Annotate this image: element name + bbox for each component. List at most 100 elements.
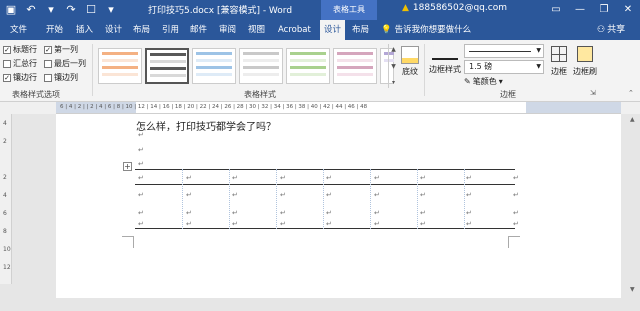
option-banded-rows[interactable]: ✓ 镶边行 — [3, 72, 37, 83]
gallery-scroll[interactable]: ▲ ▼ ▾ — [388, 44, 398, 88]
ribbon-display-icon[interactable]: ▭ — [544, 0, 568, 20]
tab-design[interactable]: 设计 — [101, 20, 126, 40]
chevron-down-icon: ▼ — [536, 47, 541, 54]
option-label: 标题行 — [13, 45, 37, 54]
pen-weight-dropdown[interactable]: 1.5 磅 ▼ — [464, 60, 544, 74]
option-header-row[interactable]: ✓ 标题行 — [3, 44, 37, 55]
share-label: 共享 — [607, 25, 626, 35]
touch-mode-icon[interactable]: ☐ — [84, 2, 98, 18]
cell-mark: ↵ — [374, 220, 380, 228]
customize-qat-icon[interactable]: ▾ — [104, 2, 118, 18]
window-controls: ▭ — ❐ ✕ — [544, 0, 640, 20]
option-banded-columns[interactable]: 镶边列 — [44, 72, 78, 83]
checkbox-first-column[interactable]: ✓ — [44, 45, 52, 54]
table-style-swatch[interactable] — [239, 48, 283, 84]
body-paragraph[interactable]: 怎么样，打印技巧都学会了吗？ — [136, 118, 276, 133]
cell-mark: ↵ — [420, 174, 426, 182]
account[interactable]: ▲ 188586502@qq.com — [402, 3, 507, 13]
table-gridline — [464, 169, 465, 229]
table-style-swatch[interactable] — [192, 48, 236, 84]
scroll-down-icon[interactable]: ▼ — [630, 286, 635, 293]
vertical-ruler[interactable]: 4 2 2 4 6 8 10 12 — [0, 114, 12, 284]
table-gridline — [323, 169, 324, 229]
horizontal-scrollbar[interactable] — [0, 298, 640, 311]
redo-icon[interactable]: ↷ — [64, 2, 78, 18]
tab-insert[interactable]: 插入 — [72, 20, 97, 40]
table-style-swatch[interactable] — [333, 48, 377, 84]
option-last-column[interactable]: 最后一列 — [44, 58, 86, 69]
cell-mark: ↵ — [186, 220, 192, 228]
tab-layout[interactable]: 布局 — [129, 20, 154, 40]
tab-file[interactable]: 文件 — [6, 20, 31, 40]
account-email: 188586502@qq.com — [412, 3, 507, 13]
scroll-up-icon[interactable]: ▲ — [630, 116, 635, 123]
document-table[interactable] — [135, 169, 515, 229]
checkbox-total-row[interactable] — [3, 59, 11, 68]
cell-mark: ↵ — [466, 209, 472, 217]
border-painter-button[interactable]: 边框刷 — [571, 46, 599, 77]
save-icon[interactable]: ▣ — [4, 2, 18, 18]
more-icon[interactable]: ▾ — [392, 79, 395, 86]
close-button[interactable]: ✕ — [616, 0, 640, 20]
tab-review[interactable]: 审阅 — [215, 20, 240, 40]
document-page[interactable]: 怎么样，打印技巧都学会了吗？ ↵ ↵ ↵ + ↵ ↵ ↵ ↵ ↵ ↵ ↵ ↵ ↵ ↵ ↵ ↵ ↵ ↵ ↵ ↵ ↵… — [56, 114, 621, 298]
pen-style-dropdown[interactable]: ▼ — [464, 44, 544, 58]
border-styles-label: 边框样式 — [429, 65, 461, 74]
border-style-icon — [432, 46, 458, 60]
cell-mark: ↵ — [326, 174, 332, 182]
shading-button[interactable]: 底纹 — [398, 46, 422, 77]
pen-weight-value: 1.5 磅 — [469, 62, 493, 71]
tab-references[interactable]: 引用 — [158, 20, 183, 40]
tell-me-box[interactable]: 💡 告诉我你想要做什么 — [381, 20, 471, 40]
tab-table-design[interactable]: 设计 — [320, 20, 346, 40]
tell-me-text: 告诉我你想要做什么 — [394, 25, 472, 35]
table-move-handle[interactable]: + — [123, 162, 132, 171]
horizontal-ruler[interactable]: 6 | 4 | 2 | | 2 | 4 | 6 | 8 | 10 | 12 | … — [56, 102, 621, 114]
table-style-swatch[interactable] — [98, 48, 142, 84]
cell-mark: ↵ — [232, 220, 238, 228]
minimize-button[interactable]: — — [568, 0, 592, 20]
collapse-ribbon-icon[interactable]: ⌃ — [628, 89, 634, 97]
document-title: 打印技巧5.docx [兼容模式] - Word — [148, 6, 293, 16]
cell-mark: ↵ — [513, 191, 519, 199]
chevron-down-icon[interactable]: ▾ — [44, 2, 58, 18]
borders-button[interactable]: 边框 — [548, 46, 570, 77]
table-gridline — [276, 169, 277, 229]
cell-mark: ↵ — [420, 209, 426, 217]
tab-table-layout[interactable]: 布局 — [348, 20, 373, 40]
checkbox-banded-rows[interactable]: ✓ — [3, 73, 11, 82]
dialog-launcher-icon[interactable]: ⇲ — [590, 89, 596, 97]
chevron-down-icon[interactable]: ▼ — [391, 63, 396, 70]
table-border — [135, 169, 515, 170]
margin-corner — [508, 236, 520, 248]
checkbox-last-column[interactable] — [44, 59, 52, 68]
chevron-up-icon[interactable]: ▲ — [391, 46, 396, 53]
cell-mark: ↵ — [280, 220, 286, 228]
tab-acrobat[interactable]: Acrobat — [274, 20, 315, 40]
table-style-swatch[interactable] — [286, 48, 330, 84]
undo-icon[interactable]: ↶ — [24, 2, 38, 18]
vertical-scrollbar[interactable]: ▲ ▼ — [628, 114, 640, 298]
cell-mark: ↵ — [513, 220, 519, 228]
border-styles-button[interactable]: 边框样式 — [427, 46, 463, 75]
option-first-column[interactable]: ✓ 第一列 — [44, 44, 78, 55]
cell-mark: ↵ — [513, 209, 519, 217]
cell-mark: ↵ — [280, 174, 286, 182]
tab-home[interactable]: 开始 — [42, 20, 67, 40]
checkbox-banded-columns[interactable] — [44, 73, 52, 82]
tab-view[interactable]: 视图 — [244, 20, 269, 40]
cell-mark: ↵ — [138, 220, 144, 228]
ribbon: ✓ 标题行 ✓ 第一列 汇总行 最后一列 ✓ 镶边行 镶边列 表格样式选项 ▲ … — [0, 40, 640, 102]
table-style-swatch-selected[interactable] — [145, 48, 189, 84]
table-tools-context-label: 表格工具 — [321, 0, 377, 20]
share-button[interactable]: ⚇ 共享 — [597, 20, 625, 40]
pen-color-button[interactable]: ✎ 笔颜色 ▾ — [464, 76, 503, 87]
checkbox-header-row[interactable]: ✓ — [3, 45, 11, 54]
ribbon-tabs: 文件 开始 插入 设计 布局 引用 邮件 审阅 视图 Acrobat 设计 布局… — [0, 20, 640, 40]
maximize-button[interactable]: ❐ — [592, 0, 616, 20]
shading-label: 底纹 — [402, 67, 418, 76]
tab-mailings[interactable]: 邮件 — [186, 20, 211, 40]
option-total-row[interactable]: 汇总行 — [3, 58, 37, 69]
pen-icon: ✎ — [464, 77, 471, 86]
cell-mark: ↵ — [232, 174, 238, 182]
